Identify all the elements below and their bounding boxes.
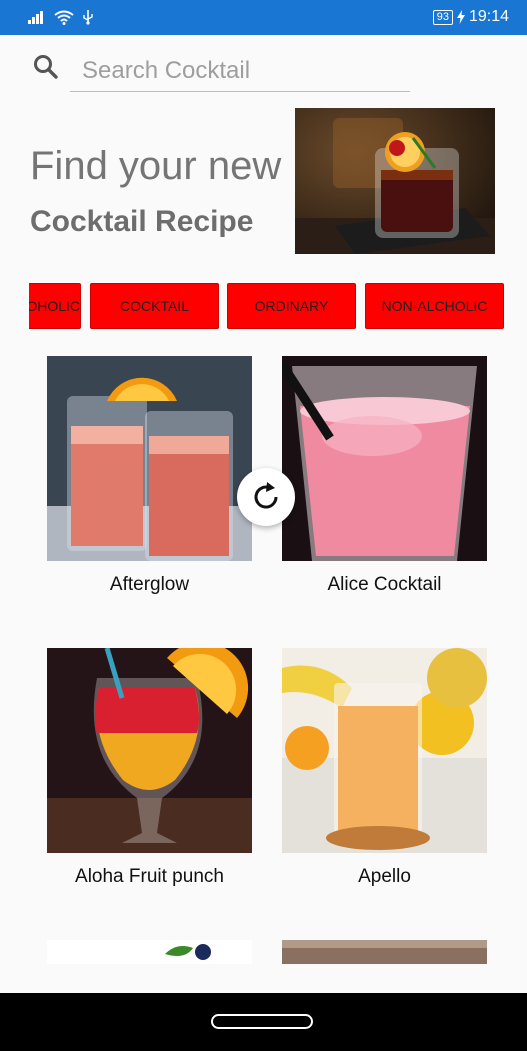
search-icon[interactable]	[33, 54, 59, 80]
system-nav-bar	[0, 993, 527, 1051]
chip-label: ALCOHOLIC	[29, 298, 80, 314]
search-input[interactable]	[70, 50, 410, 92]
refresh-icon	[254, 482, 278, 509]
chip-label: COCKTAIL	[120, 298, 189, 314]
chip-alcoholic[interactable]: ALCOHOLIC	[29, 283, 81, 329]
hero-subtitle: Cocktail Recipe	[30, 205, 254, 238]
wifi-icon	[54, 10, 74, 25]
signal-icon	[28, 11, 43, 24]
category-chips: ALCOHOLIC COCKTAIL ORDINARY NON-ALCHOLIC	[29, 283, 527, 331]
chip-non-alcoholic[interactable]: NON-ALCHOLIC	[365, 283, 504, 329]
chip-label: ORDINARY	[254, 298, 329, 314]
drink-name-alice-cocktail[interactable]: Alice Cocktail	[282, 574, 487, 596]
drink-name-aloha-fruit-punch[interactable]: Aloha Fruit punch	[47, 866, 252, 888]
chip-cocktail[interactable]: COCKTAIL	[90, 283, 219, 329]
hero-title: Find your new	[30, 144, 282, 188]
refresh-button[interactable]	[237, 468, 295, 526]
drink-image-partial-right[interactable]	[282, 940, 487, 964]
status-right: 93 19:14	[432, 8, 509, 26]
drink-image-apello[interactable]	[282, 648, 487, 853]
chip-label: NON-ALCHOLIC	[381, 298, 488, 314]
search-bar	[30, 50, 410, 94]
status-icons	[28, 9, 94, 25]
hero-cocktail-image	[295, 108, 495, 254]
usb-icon	[83, 10, 93, 25]
drink-image-aloha-fruit-punch[interactable]	[47, 648, 252, 853]
home-pill[interactable]	[211, 1014, 313, 1029]
drink-name-apello[interactable]: Apello	[282, 866, 487, 888]
drink-name-afterglow[interactable]: Afterglow	[47, 574, 252, 596]
clock: 19:14	[468, 8, 509, 25]
drink-image-alice-cocktail[interactable]	[282, 356, 487, 561]
status-bar: 93 19:14	[0, 0, 527, 35]
chip-ordinary[interactable]: ORDINARY	[227, 283, 356, 329]
battery-level: 93	[432, 9, 453, 25]
drink-image-partial-left[interactable]	[47, 940, 252, 964]
drink-image-afterglow[interactable]	[47, 356, 252, 561]
charging-icon	[456, 10, 465, 24]
